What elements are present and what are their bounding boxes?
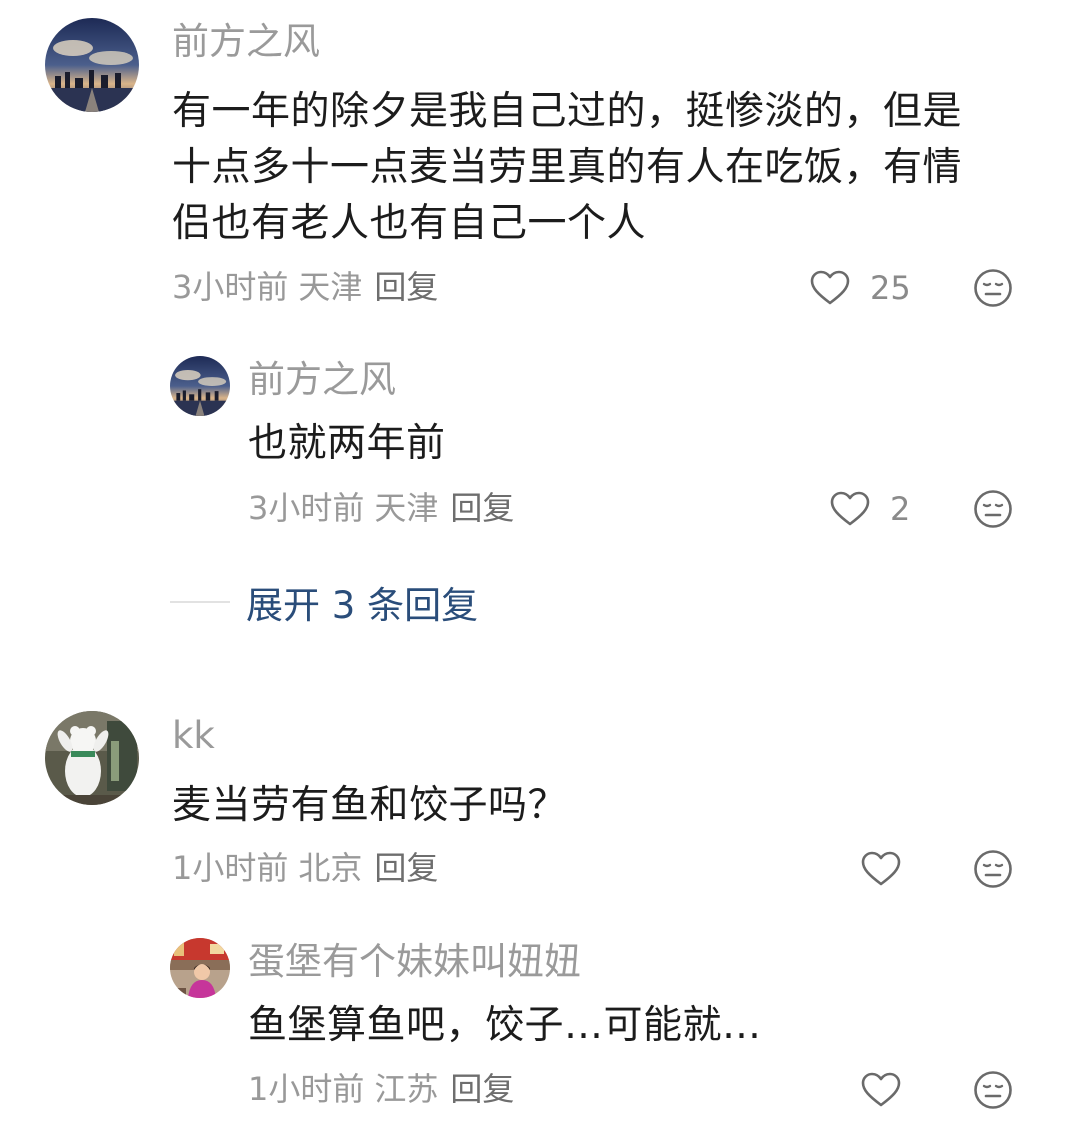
like-button[interactable]: 2 xyxy=(830,487,910,531)
location: 天津 xyxy=(298,268,363,306)
expand-replies-button[interactable]: 展开 3 条回复 xyxy=(170,580,478,627)
react-button[interactable] xyxy=(973,268,1013,308)
reply-button[interactable]: 回复 xyxy=(374,849,438,887)
like-count: 25 xyxy=(870,269,911,307)
girl-photo-avatar-image xyxy=(170,938,230,998)
like-count: 2 xyxy=(890,490,911,528)
timestamp: 1小时前 xyxy=(172,849,289,887)
avatar[interactable] xyxy=(45,711,139,805)
reply-button[interactable]: 回复 xyxy=(450,1070,514,1108)
comment-text: 鱼堡算鱼吧，饺子…可能就… xyxy=(248,998,762,1054)
comment-text-line: 十点多十一点麦当劳里真的有人在吃饭，有情 xyxy=(172,145,963,190)
avatar[interactable] xyxy=(45,18,139,112)
like-button[interactable] xyxy=(861,847,921,891)
react-button[interactable] xyxy=(973,849,1013,889)
comment-text: 也就两年前 xyxy=(248,416,446,472)
username[interactable]: 前方之风 xyxy=(248,358,396,402)
neutral-face-icon xyxy=(974,490,1012,528)
comment-meta: 1小时前 北京 回复 xyxy=(172,848,438,888)
like-button[interactable] xyxy=(861,1068,921,1112)
heart-outline-icon xyxy=(810,270,850,305)
username[interactable]: 前方之风 xyxy=(172,20,320,64)
neutral-face-icon xyxy=(974,269,1012,307)
username[interactable]: 蛋堡有个妹妹叫妞妞 xyxy=(248,940,581,984)
neutral-face-icon xyxy=(974,1071,1012,1109)
username[interactable]: kk xyxy=(172,714,215,758)
avatar[interactable] xyxy=(170,938,230,998)
reply-button[interactable]: 回复 xyxy=(450,489,514,527)
heart-outline-icon xyxy=(830,491,870,526)
like-button[interactable]: 25 xyxy=(810,266,911,310)
timestamp: 3小时前 xyxy=(172,268,289,306)
comment-text: 麦当劳有鱼和饺子吗？ xyxy=(172,778,567,834)
comment-text-line: 也就两年前 xyxy=(248,421,446,466)
avatar[interactable] xyxy=(170,356,230,416)
neutral-face-icon xyxy=(974,850,1012,888)
divider xyxy=(170,601,230,603)
location: 北京 xyxy=(298,849,363,887)
night-city-avatar-image xyxy=(45,18,139,112)
comment-text-line: 麦当劳有鱼和饺子吗？ xyxy=(172,783,568,828)
comment-meta: 3小时前 天津 回复 xyxy=(172,267,438,307)
react-button[interactable] xyxy=(973,1070,1013,1110)
comment-text-line: 侣也有老人也有自己一个人 xyxy=(172,201,647,246)
comment-meta: 1小时前 江苏 回复 xyxy=(248,1069,514,1109)
react-button[interactable] xyxy=(973,489,1013,529)
night-city-avatar-image xyxy=(170,356,230,416)
timestamp: 3小时前 xyxy=(248,489,365,527)
reply-button[interactable]: 回复 xyxy=(374,268,438,306)
comment-text-line: 有一年的除夕是我自己过的，挺惨淡的，但是 xyxy=(172,89,963,134)
timestamp: 1小时前 xyxy=(248,1070,365,1108)
comment-meta: 3小时前 天津 回复 xyxy=(248,488,514,528)
comment-text-line: 鱼堡算鱼吧，饺子…可能就… xyxy=(248,1003,762,1048)
bear-mascot-avatar-image xyxy=(45,711,139,805)
expand-replies-label: 展开 3 条回复 xyxy=(246,584,479,627)
comment-text: 有一年的除夕是我自己过的，挺惨淡的，但是 十点多十一点麦当劳里真的有人在吃饭，有… xyxy=(172,84,962,252)
heart-outline-icon xyxy=(861,851,901,886)
location: 江苏 xyxy=(374,1070,439,1108)
location: 天津 xyxy=(374,489,439,527)
heart-outline-icon xyxy=(861,1072,901,1107)
